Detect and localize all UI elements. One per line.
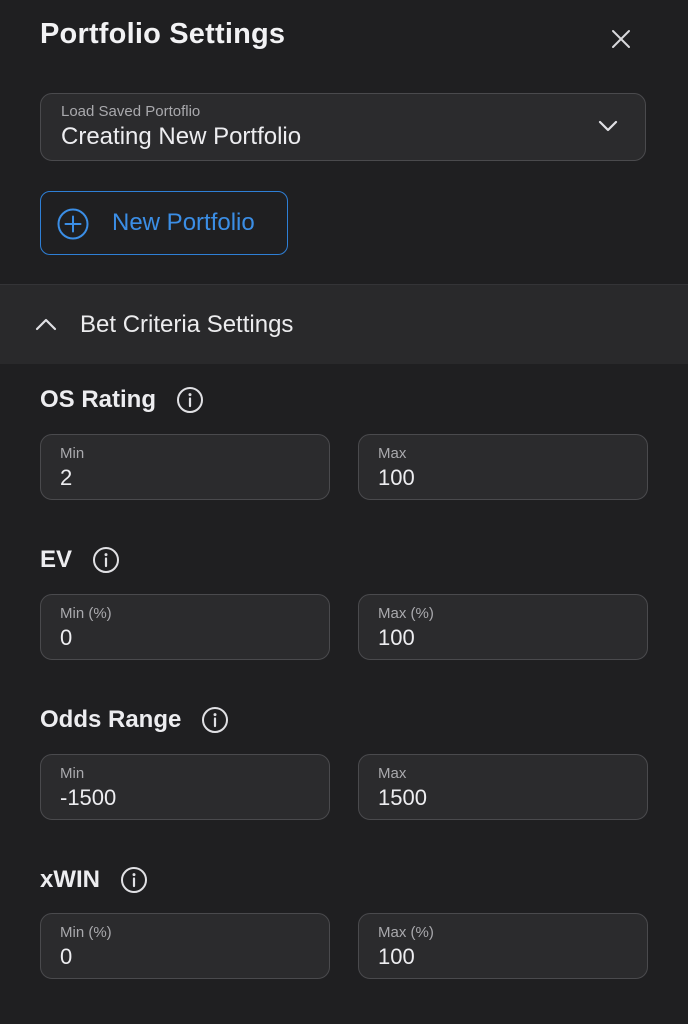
field-value: 2 bbox=[60, 465, 73, 490]
bet-criteria-label: Bet Criteria Settings bbox=[80, 311, 294, 338]
info-icon[interactable] bbox=[92, 546, 120, 574]
new-portfolio-label: New Portfolio bbox=[112, 209, 255, 236]
field-value: 0 bbox=[60, 625, 73, 650]
xwin-max-input[interactable]: Max (%) 100 bbox=[358, 913, 648, 979]
load-portfolio-value: Creating New Portfolio bbox=[61, 123, 302, 150]
load-portfolio-label: Load Saved Portoflio bbox=[61, 103, 201, 120]
info-icon[interactable] bbox=[201, 706, 229, 734]
field-label: Max (%) bbox=[378, 924, 434, 941]
os-rating-min-input[interactable]: Min 2 bbox=[40, 434, 330, 500]
field-value: -1500 bbox=[60, 785, 117, 810]
ev-max-input[interactable]: Max (%) 100 bbox=[358, 594, 648, 660]
field-label: Min bbox=[60, 765, 85, 782]
odds-range-heading: Odds Range bbox=[40, 706, 229, 734]
close-button[interactable] bbox=[604, 22, 638, 56]
new-portfolio-button[interactable]: New Portfolio bbox=[40, 191, 288, 255]
page-title: Portfolio Settings bbox=[40, 18, 286, 50]
plus-circle-icon bbox=[57, 208, 89, 240]
info-icon[interactable] bbox=[176, 386, 204, 414]
field-value: 100 bbox=[378, 465, 415, 490]
close-icon bbox=[612, 30, 630, 48]
os-rating-label: OS Rating bbox=[40, 386, 157, 413]
header: Portfolio Settings bbox=[0, 0, 688, 80]
os-rating-heading: OS Rating bbox=[40, 386, 204, 414]
field-label: Max (%) bbox=[378, 605, 434, 622]
xwin-heading: xWIN bbox=[40, 866, 148, 894]
odds-range-min-input[interactable]: Min -1500 bbox=[40, 754, 330, 820]
load-portfolio-select[interactable]: Load Saved Portoflio Creating New Portfo… bbox=[40, 93, 646, 161]
field-label: Min (%) bbox=[60, 924, 112, 941]
ev-heading: EV bbox=[40, 546, 120, 574]
field-label: Max bbox=[378, 445, 407, 462]
field-label: Min (%) bbox=[60, 605, 112, 622]
os-rating-max-input[interactable]: Max 100 bbox=[358, 434, 648, 500]
field-value: 100 bbox=[378, 944, 415, 969]
ev-label: EV bbox=[40, 546, 73, 573]
odds-range-max-input[interactable]: Max 1500 bbox=[358, 754, 648, 820]
xwin-label: xWIN bbox=[40, 866, 100, 893]
chevron-up-icon bbox=[35, 318, 57, 331]
chevron-down-icon bbox=[598, 120, 618, 132]
ev-min-input[interactable]: Min (%) 0 bbox=[40, 594, 330, 660]
field-value: 0 bbox=[60, 944, 73, 969]
odds-range-label: Odds Range bbox=[40, 706, 182, 733]
xwin-min-input[interactable]: Min (%) 0 bbox=[40, 913, 330, 979]
field-label: Max bbox=[378, 765, 407, 782]
bet-criteria-section-toggle[interactable]: Bet Criteria Settings bbox=[0, 284, 688, 364]
field-value: 1500 bbox=[378, 785, 427, 810]
field-value: 100 bbox=[378, 625, 415, 650]
field-label: Min bbox=[60, 445, 85, 462]
info-icon[interactable] bbox=[120, 866, 148, 894]
